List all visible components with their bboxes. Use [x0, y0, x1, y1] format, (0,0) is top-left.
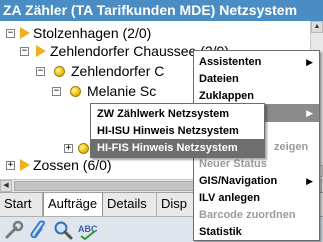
collapse-toggle[interactable]: −: [36, 67, 45, 76]
folder-arrow-icon: [36, 45, 46, 57]
menu-item-statistik[interactable]: Statistik: [194, 223, 319, 241]
menu-item-assistenten[interactable]: Assistenten ▶: [194, 53, 319, 71]
submenu-item-hi-fis[interactable]: HI-FIS Hinweis Netzsystem: [91, 139, 264, 157]
tree-node-label: Zehlendorfer C: [71, 63, 165, 79]
tab-start[interactable]: Start: [0, 193, 43, 216]
submenu-item-zw-zaehlwerk[interactable]: ZW Zählwerk Netzsystem: [91, 105, 264, 123]
scroll-left-icon[interactable]: ◀: [0, 180, 12, 192]
magnifier-icon[interactable]: [52, 220, 74, 240]
tab-disp[interactable]: Disp: [157, 193, 197, 216]
expand-toggle[interactable]: +: [6, 161, 15, 170]
tree-node-label: Zossen (6/0): [33, 157, 112, 173]
collapse-toggle[interactable]: −: [6, 29, 15, 38]
wrench-icon[interactable]: [3, 220, 25, 240]
scroll-up-icon[interactable]: ▲: [311, 21, 323, 33]
tree-node-label: Stolzenhagen (2/0): [33, 25, 152, 41]
status-dot-icon: [78, 143, 89, 154]
menu-item-gis-navigation[interactable]: GIS/Navigation ▶: [194, 172, 319, 190]
collapse-toggle[interactable]: −: [52, 87, 61, 96]
folder-arrow-icon: [20, 27, 30, 39]
submenu-item-hi-isu[interactable]: HI-ISU Hinweis Netzsystem: [91, 122, 264, 140]
tree-node-address[interactable]: − Zehlendorfer C: [0, 61, 200, 82]
title-bar: ZA Zähler (TA Tarifkunden MDE) Netzsyste…: [0, 0, 323, 21]
folder-arrow-icon: [20, 159, 30, 171]
spellcheck-icon-text: ABC: [78, 224, 98, 234]
tree-node-label: Melanie Sc: [87, 83, 157, 99]
menu-item-dateien[interactable]: Dateien: [194, 70, 319, 88]
hinweis-submenu: ZW Zählwerk Netzsystem HI-ISU Hinweis Ne…: [90, 103, 265, 158]
tree-node-customer[interactable]: − Melanie Sc: [0, 81, 200, 102]
submenu-arrow-icon: ▶: [306, 57, 313, 67]
expand-toggle[interactable]: +: [64, 144, 73, 153]
status-dot-icon: [70, 86, 81, 97]
menu-item-ilv-anlegen[interactable]: ILV anlegen: [194, 189, 319, 207]
spellcheck-icon[interactable]: ABC: [77, 220, 99, 241]
menu-item-barcode-zuordnen: Barcode zuordnen: [199, 209, 296, 221]
window-title: ZA Zähler (TA Tarifkunden MDE) Netzsyste…: [3, 2, 298, 18]
status-dot-icon: [54, 66, 65, 77]
paperclip-icon[interactable]: [28, 220, 50, 240]
tab-details[interactable]: Details: [103, 193, 157, 216]
collapse-toggle[interactable]: −: [20, 47, 29, 56]
tab-auftraege[interactable]: Aufträge: [43, 193, 103, 216]
submenu-arrow-icon: ▶: [306, 176, 313, 186]
submenu-arrow-icon: ▶: [306, 108, 313, 118]
